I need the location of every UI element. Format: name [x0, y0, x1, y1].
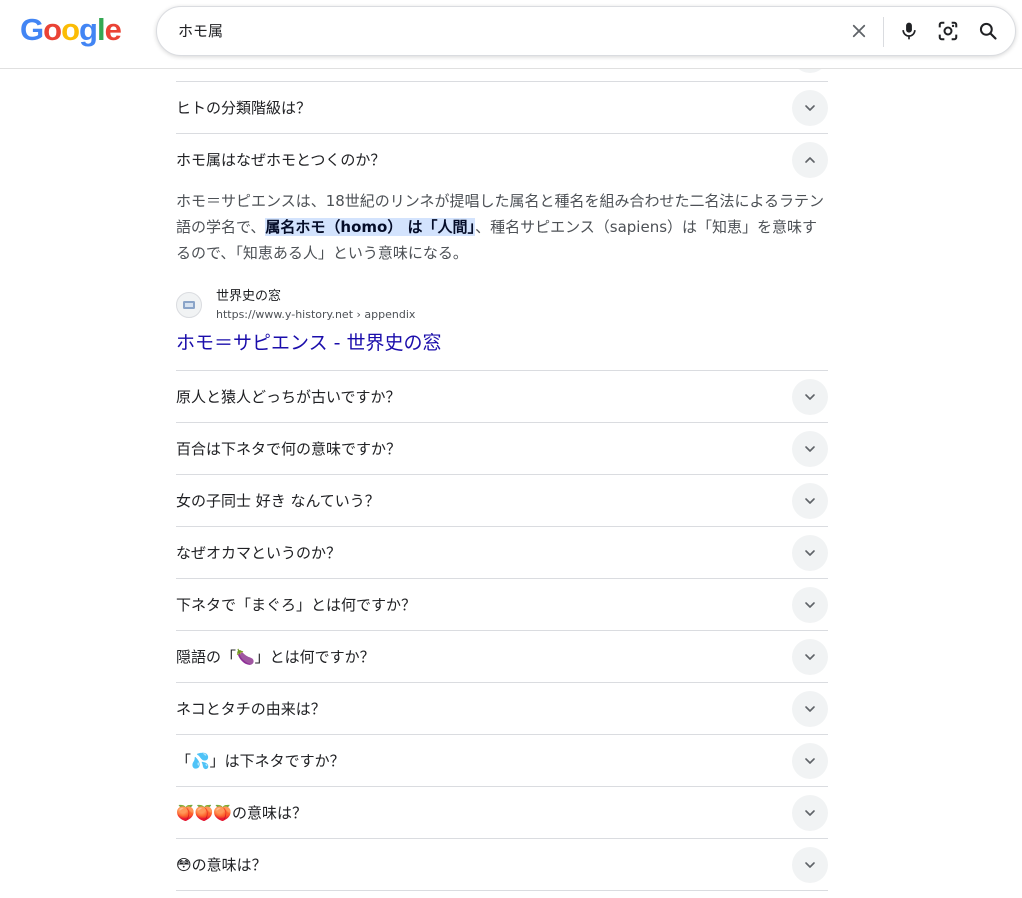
source-url: https://www.y-history.net › appendix [216, 308, 416, 321]
expand-button[interactable] [792, 587, 828, 623]
search-divider [883, 17, 884, 47]
image-search-button[interactable] [935, 18, 961, 44]
faq-item[interactable]: 下ネタで「まぐろ」とは何ですか？ [176, 579, 828, 631]
search-button[interactable] [975, 18, 1001, 44]
chevron-down-icon [805, 498, 815, 504]
expand-button[interactable] [792, 743, 828, 779]
faq-question: 百合は下ネタで何の意味ですか？ [176, 440, 402, 458]
faq-question: ヒトの分類階級は？ [176, 99, 312, 117]
search-input[interactable] [178, 7, 818, 55]
chevron-down-icon [805, 810, 815, 816]
expand-button[interactable] [792, 847, 828, 883]
faq-question: 🍑🍑🍑の意味は？ [176, 804, 308, 822]
lens-camera-icon [938, 21, 958, 41]
expand-button[interactable] [792, 431, 828, 467]
chevron-down-icon [805, 550, 815, 556]
globe-icon [183, 301, 195, 309]
search-icon [979, 22, 997, 40]
faq-question: 隠語の「🍆」とは何ですか？ [176, 648, 375, 666]
faq-question: 😳の意味は？ [176, 856, 267, 874]
faq-item[interactable]: 隠語の「🍆」とは何ですか？ [176, 631, 828, 683]
expand-button[interactable] [792, 379, 828, 415]
chevron-down-icon [805, 654, 815, 660]
faq-item[interactable]: 「💦」は下ネタですか？ [176, 735, 828, 787]
faq-question: ネコとタチの由来は？ [176, 700, 326, 718]
logo-letter: o [43, 12, 62, 47]
logo-letter: G [20, 12, 44, 47]
faq-question: 「💦」は下ネタですか？ [176, 752, 345, 770]
expand-button[interactable] [792, 483, 828, 519]
faq-question: 女の子同士 好き なんていう？ [176, 492, 380, 510]
expand-button[interactable] [792, 795, 828, 831]
faq-question: 下ネタで「まぐろ」とは何ですか？ [176, 596, 417, 614]
voice-search-button[interactable] [896, 18, 922, 44]
chevron-down-icon [805, 394, 815, 400]
faq-item-header[interactable]: ホモ属はなぜホモとつくのか？ [176, 134, 828, 186]
chevron-down-icon [805, 758, 815, 764]
related-questions: ヒトの分類階級は？ ホモ属はなぜホモとつくのか？ ホモ＝サピエンスは、18世紀の… [176, 81, 828, 891]
collapse-button[interactable] [792, 142, 828, 178]
faq-item[interactable]: ネコとタチの由来は？ [176, 683, 828, 735]
microphone-icon [902, 22, 916, 40]
google-logo[interactable]: Google [20, 12, 122, 48]
logo-letter: g [79, 12, 98, 47]
faq-item-expanded: ホモ属はなぜホモとつくのか？ ホモ＝サピエンスは、18世紀のリンネが提唱した属名… [176, 134, 828, 371]
expand-button[interactable] [792, 535, 828, 571]
faq-item[interactable]: 原人と猿人どっちが古いですか？ [176, 371, 828, 423]
search-box [156, 6, 1016, 56]
logo-letter: e [104, 12, 122, 47]
faq-answer: ホモ＝サピエンスは、18世紀のリンネが提唱した属名と種名を組み合わせた二名法によ… [176, 186, 828, 266]
chevron-down-icon [805, 862, 815, 868]
faq-question: なぜオカマというのか？ [176, 544, 342, 562]
faq-item[interactable]: 女の子同士 好き なんていう？ [176, 475, 828, 527]
chevron-down-icon [805, 446, 815, 452]
clipped-chevron [792, 69, 828, 73]
close-icon [852, 24, 866, 38]
expand-button[interactable] [792, 691, 828, 727]
answer-highlight: 属名ホモ（homo） は「人間」 [265, 218, 476, 236]
faq-list: 原人と猿人どっちが古いですか？ 百合は下ネタで何の意味ですか？ 女の子同士 好き な… [176, 371, 828, 891]
faq-item[interactable]: 百合は下ネタで何の意味ですか？ [176, 423, 828, 475]
expand-button[interactable] [792, 639, 828, 675]
expand-button[interactable] [792, 90, 828, 126]
faq-question: 原人と猿人どっちが古いですか？ [176, 388, 401, 406]
header: Google [0, 0, 1022, 69]
chevron-down-icon [805, 602, 815, 608]
faq-question: ホモ属はなぜホモとつくのか？ [176, 151, 386, 169]
source-info[interactable]: 世界史の窓 https://www.y-history.net › append… [176, 288, 828, 328]
site-favicon [176, 292, 202, 318]
result-title-link[interactable]: ホモ＝サピエンス - 世界史の窓 [176, 330, 828, 356]
faq-item[interactable]: 😳の意味は？ [176, 839, 828, 891]
source-name: 世界史の窓 [216, 289, 282, 304]
logo-letter: l [96, 12, 106, 47]
clear-button[interactable] [846, 18, 872, 44]
chevron-down-icon [805, 105, 815, 111]
logo-letter: o [61, 12, 80, 47]
chevron-up-icon [805, 157, 815, 163]
faq-item[interactable]: なぜオカマというのか？ [176, 527, 828, 579]
chevron-down-icon [805, 706, 815, 712]
faq-item[interactable]: 🍑🍑🍑の意味は？ [176, 787, 828, 839]
faq-item[interactable]: ヒトの分類階級は？ [176, 82, 828, 134]
